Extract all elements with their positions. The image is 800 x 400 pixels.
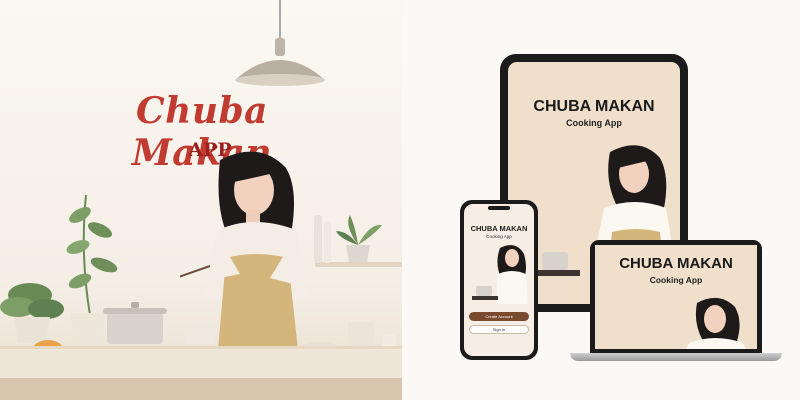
sign-in-button[interactable]: Sign In — [469, 325, 529, 334]
create-account-button[interactable]: Create Account — [469, 312, 529, 321]
counter-cabinet — [0, 378, 402, 400]
laptop-screen: CHUBA MAKAN Cooking App — [595, 245, 757, 349]
laptop-mockup: CHUBA MAKAN Cooking App — [590, 240, 762, 354]
tablet-app-subtitle: Cooking App — [566, 118, 622, 128]
phone-app-subtitle: Cooking App — [486, 234, 512, 239]
laptop-app-title: CHUBA MAKAN — [619, 255, 733, 272]
pendant-lamp-icon — [235, 0, 325, 86]
laptop-woman-illustration — [686, 297, 746, 349]
phone-screen: CHUBA MAKAN Cooking App Create Account S… — [464, 204, 534, 356]
laptop-base — [570, 353, 782, 361]
phone-hero-illustration — [472, 245, 528, 304]
tablet-app-title: CHUBA MAKAN — [533, 98, 655, 115]
phone-notch — [488, 206, 510, 210]
hero-illustration: Chuba Makan APP — [0, 0, 402, 400]
phone-mockup: CHUBA MAKAN Cooking App Create Account S… — [460, 200, 538, 360]
laptop-app-subtitle: Cooking App — [649, 275, 703, 285]
phone-app-title: CHUBA MAKAN — [470, 224, 528, 233]
